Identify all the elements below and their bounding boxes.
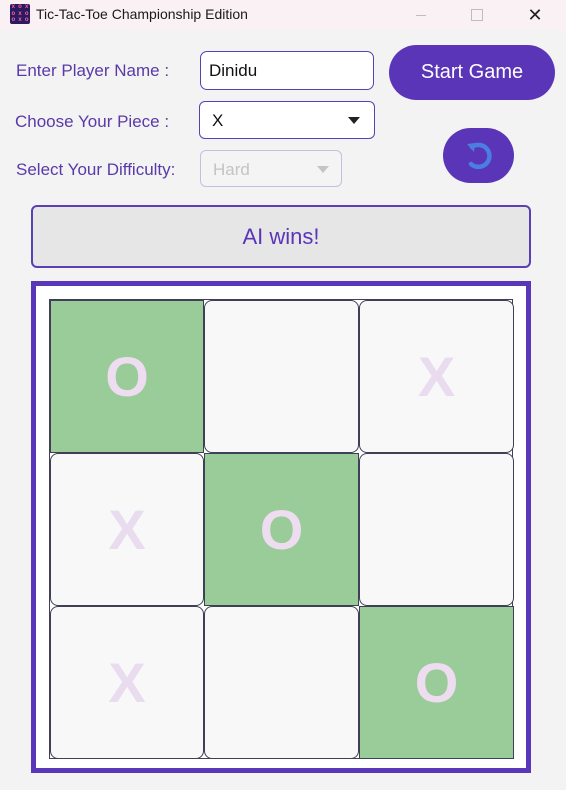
app-icon-glyph: o [24, 17, 29, 24]
reset-button[interactable] [443, 128, 514, 183]
window-title: Tic-Tac-Toe Championship Edition [36, 6, 248, 22]
app-icon-glyph: x [11, 4, 15, 10]
board-cell[interactable]: X [359, 300, 514, 453]
board-cell[interactable] [204, 606, 359, 759]
difficulty-select-value: Hard [213, 160, 250, 179]
app-icon: x o x o x o o x o [10, 4, 30, 24]
chevron-down-icon [348, 117, 360, 124]
player-name-label: Enter Player Name : [16, 61, 170, 80]
minimize-icon [416, 14, 426, 16]
board-cell[interactable]: O [359, 606, 514, 759]
board-cell[interactable] [359, 453, 514, 606]
app-icon-glyph: x [18, 10, 22, 17]
board-cell[interactable]: X [50, 606, 204, 759]
difficulty-label: Select Your Difficulty: [16, 160, 176, 179]
board-cell[interactable]: O [204, 453, 359, 606]
player-name-input[interactable] [200, 51, 374, 90]
app-icon-glyph: o [11, 17, 16, 24]
piece-select-value: X [212, 111, 224, 130]
close-button[interactable]: ✕ [506, 0, 564, 30]
board-cell[interactable]: X [50, 453, 204, 606]
app-icon-glyph: o [24, 10, 29, 17]
app-icon-glyph: x [24, 4, 29, 10]
difficulty-select[interactable]: Hard [200, 150, 342, 187]
board-cell[interactable]: O [50, 300, 204, 453]
piece-label: Choose Your Piece : [15, 112, 170, 131]
refresh-icon [466, 142, 492, 169]
app-icon-glyph: o [11, 10, 16, 17]
board-cell[interactable] [204, 300, 359, 453]
start-game-button[interactable]: Start Game [389, 45, 555, 100]
piece-select[interactable]: X [199, 101, 375, 139]
minimize-button[interactable] [392, 0, 450, 30]
board-grid: O X X O X O [49, 299, 514, 759]
app-icon-glyph: o [18, 4, 22, 10]
maximize-icon [471, 9, 483, 21]
title-bar: x o x o x o o x o Tic-Tac-Toe Championsh… [0, 0, 566, 30]
app-icon-glyph: x [18, 17, 22, 24]
game-board: O X X O X O [31, 281, 531, 773]
maximize-button[interactable] [448, 0, 506, 30]
close-icon: ✕ [527, 4, 543, 25]
chevron-down-icon [317, 166, 329, 173]
game-status: AI wins! [31, 205, 531, 268]
